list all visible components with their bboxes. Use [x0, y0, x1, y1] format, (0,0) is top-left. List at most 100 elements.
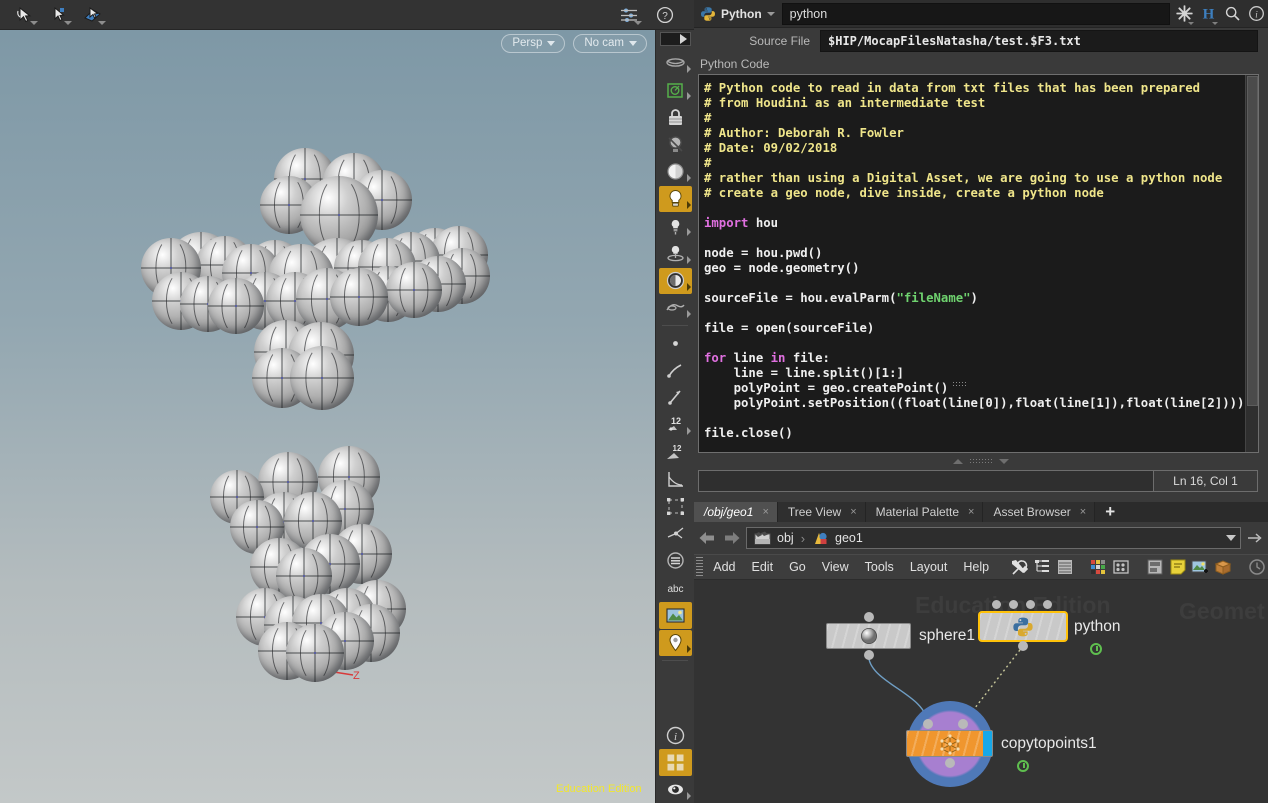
chevron-right-icon[interactable] — [687, 427, 691, 435]
nav-forward-button[interactable] — [721, 526, 743, 550]
lock-display[interactable] — [659, 104, 692, 130]
chevron-right-icon[interactable] — [687, 65, 691, 73]
pane-tab-asset-browser[interactable]: Asset Browser× — [983, 502, 1095, 522]
add-pane-tab-button[interactable]: + — [1095, 502, 1125, 522]
layout-panels-icon[interactable] — [1143, 554, 1166, 580]
node-input-connector[interactable] — [864, 612, 874, 622]
node-selection-handle[interactable] — [1026, 600, 1035, 609]
node-input-connector[interactable] — [923, 719, 933, 729]
display-selection-box[interactable] — [659, 493, 692, 519]
node-selection-handle[interactable] — [1043, 600, 1052, 609]
chevron-right-icon[interactable] — [687, 201, 691, 209]
network-node-python[interactable]: python — [980, 613, 1066, 640]
node-name-input[interactable]: python — [782, 3, 1170, 25]
close-icon[interactable]: × — [968, 506, 974, 518]
help-icon[interactable]: ? — [648, 2, 682, 28]
chevron-down-icon[interactable] — [767, 12, 775, 16]
chevron-down-icon[interactable] — [1226, 535, 1236, 541]
chevron-right-icon[interactable] — [687, 228, 691, 236]
node-tile[interactable] — [980, 613, 1066, 640]
tools-wrench-icon[interactable] — [1008, 554, 1031, 580]
node-output-flag[interactable] — [983, 731, 992, 756]
node-display-flag[interactable] — [1017, 760, 1029, 772]
python-code-text[interactable]: # Python code to read in data from txt f… — [699, 75, 1245, 452]
scrollbar-thumb[interactable] — [1247, 76, 1258, 406]
menu-drag-grip[interactable] — [696, 557, 703, 577]
tree-list-icon[interactable] — [1031, 554, 1054, 580]
color-palette-icon[interactable] — [1087, 554, 1110, 580]
chevron-right-icon[interactable] — [687, 310, 691, 318]
node-shape-icon[interactable] — [1110, 554, 1133, 580]
shading-mode[interactable] — [659, 268, 692, 294]
chevron-down-icon[interactable] — [1212, 22, 1218, 25]
panel-splitter[interactable] — [694, 455, 1268, 467]
breadcrumb-geo1[interactable]: geo1 — [809, 531, 866, 546]
node-input-connector-2[interactable] — [958, 719, 968, 729]
network-node-sphere1[interactable]: sphere1 — [826, 623, 911, 649]
display-bounds[interactable] — [659, 466, 692, 492]
node-display-flag[interactable] — [1090, 643, 1102, 655]
display-points[interactable] — [659, 330, 692, 356]
pane-tab-material-palette[interactable]: Material Palette× — [866, 502, 984, 522]
nav-back-button[interactable] — [696, 526, 718, 550]
chevron-right-icon[interactable] — [687, 283, 691, 291]
info-icon[interactable]: i — [1244, 1, 1268, 27]
wire-ghost[interactable] — [659, 295, 692, 321]
display-text[interactable]: abc — [659, 575, 692, 601]
camera-view-tool[interactable] — [76, 2, 110, 28]
network-menu-go[interactable]: Go — [781, 554, 814, 580]
houdini-h-icon[interactable]: H — [1196, 1, 1220, 27]
list-lines-icon[interactable] — [1053, 554, 1076, 580]
display-vectors[interactable] — [659, 384, 692, 410]
close-icon[interactable]: × — [762, 506, 768, 518]
camera-dropdown[interactable]: No cam — [573, 34, 647, 53]
display-options-icon[interactable] — [612, 2, 646, 28]
path-input[interactable]: obj › geo1 — [746, 527, 1241, 549]
node-tile[interactable] — [826, 623, 911, 649]
viewport-3d[interactable]: Persp No cam Y Z — [0, 30, 655, 803]
show-template[interactable] — [659, 77, 692, 103]
eye-toggle[interactable] — [659, 777, 692, 803]
info-panel[interactable]: i — [659, 722, 692, 748]
select-tool[interactable] — [8, 2, 42, 28]
close-icon[interactable]: × — [1080, 506, 1086, 518]
code-resize-grip[interactable] — [952, 381, 968, 388]
chevron-right-icon[interactable] — [687, 174, 691, 182]
layout-quad[interactable] — [659, 749, 692, 775]
code-status-field[interactable] — [698, 470, 1154, 492]
network-menu-add[interactable]: Add — [705, 554, 743, 580]
chevron-down-icon[interactable] — [64, 21, 72, 25]
chevron-right-icon[interactable] — [687, 645, 691, 653]
display-origin[interactable] — [659, 521, 692, 547]
display-markers[interactable] — [659, 630, 692, 656]
node-selection-handle[interactable] — [1009, 600, 1018, 609]
show-geometry[interactable] — [659, 50, 692, 76]
display-point-numbers[interactable]: 12 — [659, 412, 692, 438]
box-icon[interactable] — [1212, 554, 1235, 580]
node-selection-handle[interactable] — [992, 600, 1001, 609]
network-menu-tools[interactable]: Tools — [857, 554, 902, 580]
python-code-editor[interactable]: # Python code to read in data from txt f… — [698, 74, 1259, 453]
node-output-connector[interactable] — [864, 650, 874, 660]
chevron-right-icon[interactable] — [687, 792, 691, 800]
gear-icon[interactable] — [1172, 1, 1196, 27]
handles-tool[interactable] — [42, 2, 76, 28]
clock-icon[interactable] — [1245, 554, 1268, 580]
scene-lights[interactable] — [659, 186, 692, 212]
headlight[interactable] — [659, 159, 692, 185]
chevron-right-icon[interactable] — [687, 92, 691, 100]
network-menu-view[interactable]: View — [814, 554, 857, 580]
splitter-grip[interactable] — [969, 458, 993, 464]
network-menu-layout[interactable]: Layout — [902, 554, 956, 580]
scroll-up-arrow[interactable] — [660, 32, 691, 46]
source-file-input[interactable]: $HIP/MocapFilesNatasha/test.$F3.txt — [820, 30, 1258, 52]
network-menu-edit[interactable]: Edit — [744, 554, 782, 580]
chevron-down-icon[interactable] — [30, 21, 38, 25]
search-icon[interactable] — [1220, 1, 1244, 27]
display-grid[interactable] — [659, 548, 692, 574]
network-editor[interactable]: Education EditionGeometsphere1pythoncopy… — [694, 580, 1268, 803]
node-output-connector[interactable] — [1018, 641, 1028, 651]
breadcrumb-obj[interactable]: obj — [751, 531, 797, 546]
view-type-dropdown[interactable]: Persp — [501, 34, 565, 53]
collapse-down-icon[interactable] — [999, 459, 1009, 464]
